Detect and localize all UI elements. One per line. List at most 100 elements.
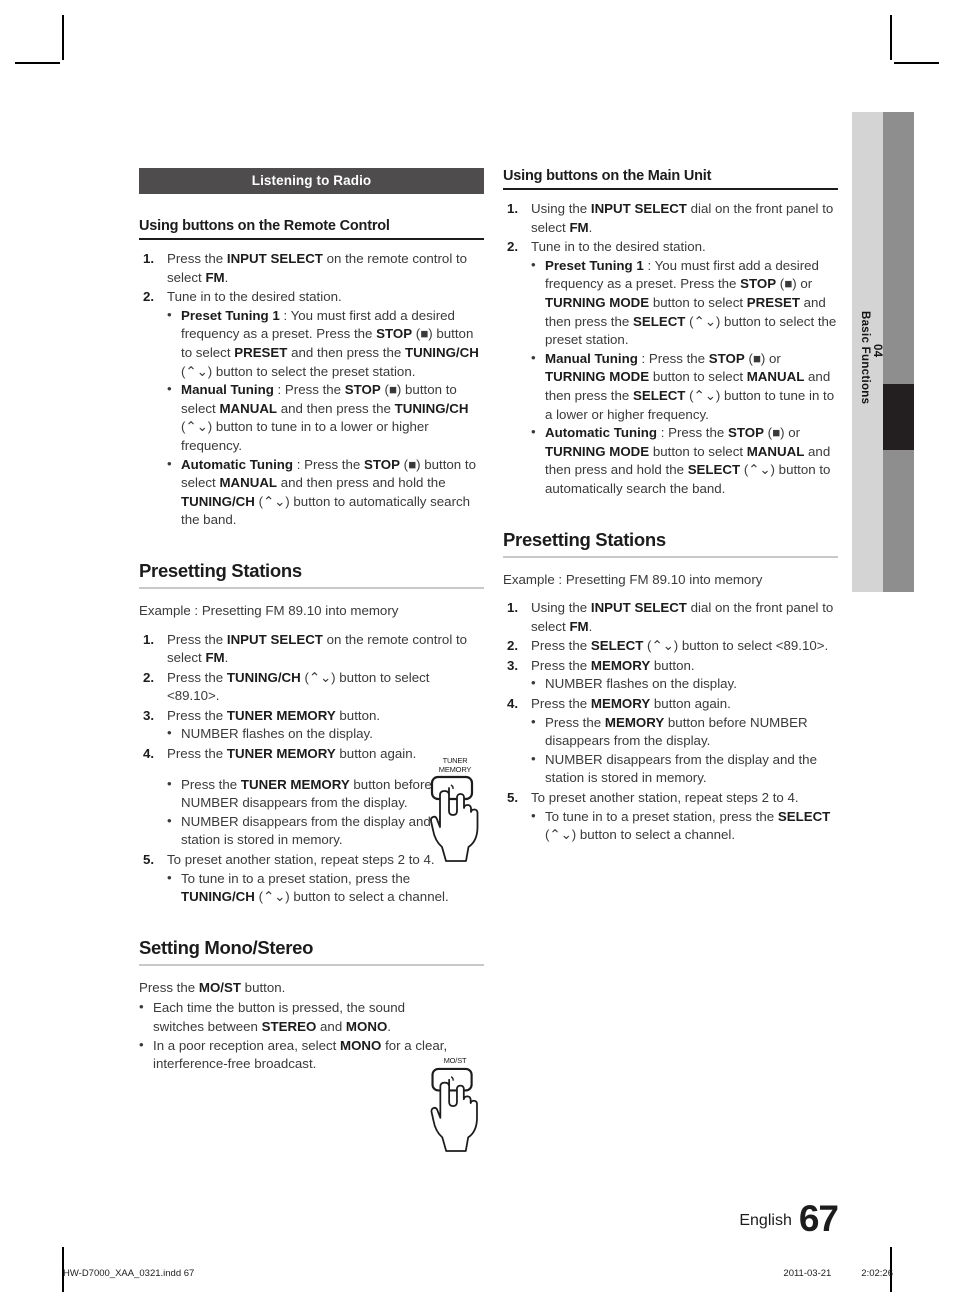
text-bold: TUNER MEMORY (240, 776, 350, 792)
text-bold: STOP (363, 456, 400, 472)
step-number: 4. (143, 746, 155, 762)
text-bold: STOP (708, 350, 745, 366)
text-fragment: Press the (167, 707, 227, 723)
list-item: 1. Using the INPUT SELECT dial on the fr… (503, 599, 838, 636)
text-bold: TUNER MEMORY (226, 746, 336, 762)
bullet-dot-icon: • (167, 775, 172, 791)
step4-bullets-right: • Press the MEMORY button before NUMBER d… (531, 714, 838, 788)
text-bold: SELECT (777, 808, 831, 824)
main-unit-steps-list: 1. Using the INPUT SELECT dial on the fr… (503, 200, 838, 499)
text-fragment: button. (335, 707, 381, 723)
list-item: 2. Tune in to the desired station. • Pres… (139, 288, 484, 530)
tuner-memory-button-caption: TUNER MEMORY (424, 756, 486, 774)
presetting-example-right: Example : Presetting FM 89.10 into memor… (503, 571, 763, 587)
text-fragment: button. (240, 979, 286, 995)
text-fragment: (⌃⌄) button to select a channel. (545, 827, 736, 843)
step-text: Tune in to the desired station. (167, 289, 342, 305)
text-fragment: (⌃⌄) button to select the preset station… (181, 363, 416, 379)
text-fragment: (■) or (776, 276, 813, 292)
text-fragment: Press the (545, 714, 605, 730)
text-fragment: (⌃⌄) button to select <89.10>. (643, 638, 829, 654)
text-bold: TUNING/CH (394, 400, 469, 416)
text-bold: STOP (740, 276, 777, 292)
text-fragment: and then press the (287, 344, 405, 360)
text-bold: SELECT (687, 462, 741, 478)
text-bold: TUNING/CH (226, 669, 301, 685)
step-text: Press the MEMORY button again. (531, 696, 731, 711)
step-text: Using the INPUT SELECT dial on the front… (531, 201, 833, 235)
text-fragment: In a poor reception area, select (153, 1037, 341, 1053)
text-bold: Manual Tuning (181, 382, 274, 398)
text-bold: MANUAL (746, 369, 805, 385)
text-fragment: : Press the (657, 425, 728, 441)
step-number: 1. (507, 600, 519, 616)
text-fragment: (■) or (763, 425, 801, 441)
text-fragment: . (224, 650, 229, 666)
text-fragment: Press the (167, 669, 227, 685)
caption-line-2: MEMORY (438, 764, 472, 774)
step-text: Press the TUNER MEMORY button again. (167, 746, 416, 761)
bullet-dot-icon: • (531, 675, 536, 691)
step3-bullets-right: • NUMBER flashes on the display. (531, 675, 838, 694)
heading-using-buttons-remote: Using buttons on the Remote Control (139, 218, 484, 240)
list-item: • Preset Tuning 1 : You must first add a … (167, 307, 484, 381)
text-fragment: . (387, 1019, 391, 1034)
text-fragment: button again. (650, 696, 731, 712)
list-item: 4. Press the MEMORY button again. • Press… (503, 695, 838, 788)
text-bold: TURNING MODE (545, 369, 650, 385)
step-text: Using the INPUT SELECT dial on the front… (531, 600, 833, 634)
step5-bullets-left: • To tune in to a preset station, press t… (167, 870, 484, 907)
text-fragment: Press the (167, 251, 227, 266)
list-item: 1. Using the INPUT SELECT dial on the fr… (503, 200, 838, 237)
text-fragment: NUMBER disappears from the display and t… (545, 751, 817, 786)
bullet-dot-icon: • (139, 1036, 144, 1052)
text-bold: MANUAL (219, 475, 278, 491)
step-number: 1. (143, 251, 155, 266)
imprint-file-name: HW-D7000_XAA_0321.indd 67 (63, 1268, 195, 1279)
text-bold: Preset Tuning 1 (545, 257, 644, 273)
page-footer-inner: English 67 (739, 1198, 954, 1240)
step-number: 5. (143, 852, 155, 868)
text-fragment: Press the (139, 979, 199, 995)
bullet-dot-icon: • (167, 725, 172, 741)
step-number: 2. (143, 669, 155, 685)
text-fragment: NUMBER disappears from the display and t… (181, 813, 453, 848)
step-text: Tune in to the desired station. (531, 239, 706, 255)
text-bold: MEMORY (604, 714, 665, 730)
bullet-dot-icon: • (167, 455, 172, 471)
bullet-dot-icon: • (167, 381, 172, 397)
step-text: Press the TUNER MEMORY button. (167, 708, 380, 723)
text-bold: FM (569, 219, 589, 235)
text-bold: PRESET (746, 294, 800, 310)
step-text: Press the INPUT SELECT on the remote con… (167, 632, 467, 666)
bullet-dot-icon: • (167, 306, 172, 322)
imprint-bar: HW-D7000_XAA_0321.indd 67 2011-03-21 2:02… (63, 1268, 893, 1279)
step-number: 5. (507, 790, 519, 806)
most-button-illustration: MO/ST (424, 1056, 486, 1158)
step-text: To preset another station, repeat steps … (167, 852, 435, 868)
footer-language: English (739, 1212, 792, 1229)
text-bold: INPUT SELECT (226, 251, 323, 266)
step-number: 2. (507, 638, 519, 654)
text-bold: TUNING/CH (181, 889, 255, 905)
text-bold: Automatic Tuning (181, 456, 294, 472)
text-fragment: (⌃⌄) button to tune in to a lower or hig… (181, 419, 429, 453)
step-text: Press the SELECT (⌃⌄) button to select <… (531, 638, 828, 653)
step-text: To preset another station, repeat steps … (531, 790, 799, 806)
bullet-dot-icon: • (139, 999, 144, 1015)
list-item: 2. Press the TUNING/CH (⌃⌄) button to se… (139, 669, 484, 706)
step-number: 4. (507, 696, 519, 712)
section-banner: Listening to Radio (139, 168, 484, 194)
list-item: • Press the TUNER MEMORY button before NU… (167, 776, 461, 813)
text-fragment: button again. (335, 746, 417, 762)
imprint-timestamp: 2011-03-21 2:02:26 (753, 1268, 893, 1279)
step-number: 3. (507, 657, 519, 673)
imprint-time: 2:02:26 (861, 1268, 893, 1279)
text-fragment: (⌃⌄) button to select a channel. (254, 889, 449, 905)
text-bold: FM (205, 650, 225, 666)
chapter-side-tab: 04 Basic Functions (852, 112, 914, 592)
text-bold: MO/ST (198, 979, 241, 995)
heading-presetting-stations-right: Presetting Stations (503, 529, 838, 558)
list-item: • NUMBER flashes on the display. (531, 675, 838, 694)
list-item: • To tune in to a preset station, press t… (167, 870, 484, 907)
